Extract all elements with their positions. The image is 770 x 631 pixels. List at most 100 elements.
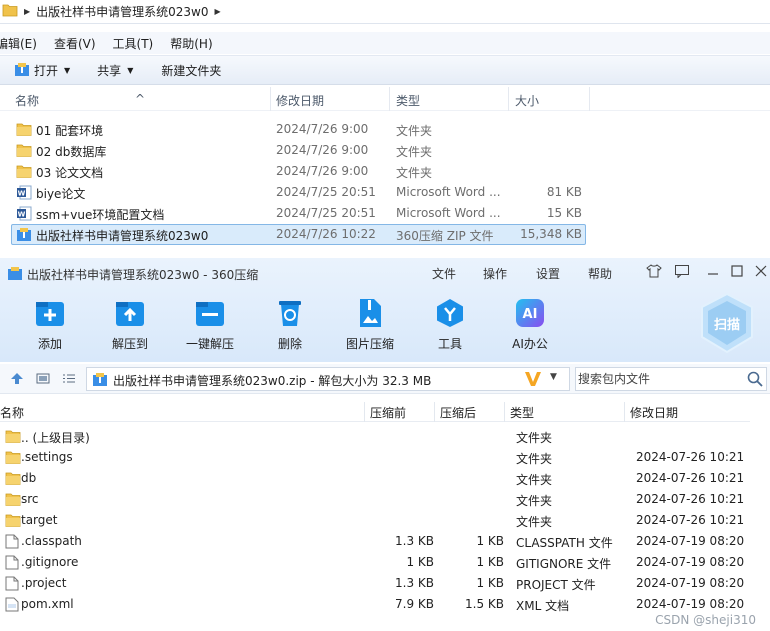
size-before: 1.3 KB (395, 576, 434, 590)
close-icon[interactable] (755, 264, 767, 282)
screen: ▶ 出版社样书申请管理系统023w0 ▶ 编辑(E) 查看(V) 工具(T) 帮… (0, 0, 770, 631)
word-doc-icon: W (16, 206, 32, 224)
column-divider[interactable] (508, 87, 509, 111)
archive-path-field[interactable]: 出版社样书申请管理系统023w0.zip - 解包大小为 32.3 MB ▼ (86, 367, 570, 391)
column-size[interactable]: 大小 (515, 92, 539, 109)
maximize-icon[interactable] (731, 264, 743, 282)
feedback-icon[interactable] (674, 264, 690, 282)
column-name[interactable]: 名称 (15, 92, 39, 109)
address-bar[interactable]: ▶ 出版社样书申请管理系统023w0 ▶ (0, 0, 770, 24)
column-compressed-after[interactable]: 压缩后 (440, 404, 476, 421)
column-divider[interactable] (434, 402, 435, 422)
file-name: .project (21, 576, 67, 590)
table-row[interactable]: 03 论文文档 2024/7/26 9:00 文件夹 (0, 161, 770, 182)
thumbnail-view-icon[interactable] (36, 372, 50, 388)
table-row[interactable]: target 文件夹 2024-07-26 10:21 (0, 510, 750, 531)
file-date: 2024-07-26 10:21 (636, 513, 745, 527)
column-date[interactable]: 修改日期 (630, 404, 678, 421)
chevron-right-icon[interactable]: ▶ (24, 7, 30, 16)
column-name[interactable]: 名称 (0, 404, 24, 421)
menu-file[interactable]: 文件 (432, 265, 456, 282)
list-view-icon[interactable] (62, 372, 76, 388)
file-date: 2024-07-19 08:20 (636, 555, 745, 569)
table-row[interactable]: Wbiye论文 2024/7/25 20:51 Microsoft Word ...… (0, 182, 770, 203)
delete-label: 删除 (277, 337, 302, 351)
chevron-right-icon[interactable]: ▶ (215, 7, 221, 16)
extract-to-icon (116, 302, 144, 326)
v-logo-icon[interactable] (524, 370, 542, 391)
search-icon[interactable] (747, 371, 763, 390)
image-compress-icon (360, 299, 381, 327)
table-row[interactable]: pom.xml 7.9 KB 1.5 KB XML 文档 2024-07-19 08:2… (0, 594, 750, 615)
file-date: 2024-07-26 10:21 (636, 450, 745, 464)
chevron-down-icon: ▼ (64, 65, 71, 75)
column-divider[interactable] (364, 402, 365, 422)
size-before: 1.3 KB (395, 534, 434, 548)
table-row[interactable]: .project 1.3 KB 1 KB PROJECT 文件 2024-07-19 0… (0, 573, 750, 594)
file-name: 01 配套环境 (36, 124, 104, 138)
column-divider[interactable] (589, 87, 590, 111)
column-divider[interactable] (624, 402, 625, 422)
menu-help[interactable]: 帮助(H) (170, 35, 212, 52)
file-type: GITIGNORE 文件 (516, 557, 612, 571)
column-compressed-before[interactable]: 压缩前 (370, 404, 406, 421)
menu-tools[interactable]: 工具(T) (113, 35, 154, 52)
menu-operate[interactable]: 操作 (483, 265, 507, 282)
minimize-icon[interactable] (707, 264, 719, 282)
file-name: .settings (21, 450, 73, 464)
share-button[interactable]: 共享 ▼ (97, 62, 133, 79)
menu-edit[interactable]: 编辑(E) (0, 35, 37, 52)
table-row[interactable]: 01 配套环境 2024/7/26 9:00 文件夹 (0, 119, 770, 140)
ai-office-label: AI办公 (512, 337, 548, 351)
table-row[interactable]: 出版社样书申请管理系统023w0 2024/7/26 10:22 360压缩 ZIP… (0, 224, 770, 245)
column-divider[interactable] (504, 402, 505, 422)
chevron-down-icon[interactable]: ▼ (550, 372, 557, 382)
table-row[interactable]: .settings 文件夹 2024-07-26 10:21 (0, 447, 750, 468)
column-divider[interactable] (389, 87, 390, 111)
search-input[interactable] (578, 371, 738, 387)
file-name: db (21, 471, 37, 485)
file-icon (5, 534, 19, 552)
scrollbar[interactable] (752, 402, 770, 631)
table-row[interactable]: db 文件夹 2024-07-26 10:21 (0, 468, 750, 489)
table-row[interactable]: 02 db数据库 2024/7/26 9:00 文件夹 (0, 140, 770, 161)
file-type: CLASSPATH 文件 (516, 536, 613, 550)
menu-help[interactable]: 帮助 (588, 265, 612, 282)
svg-text:W: W (18, 211, 26, 219)
table-row[interactable]: Wssm+vue环境配置文档 2024/7/25 20:51 Microsoft W… (0, 203, 770, 224)
column-divider[interactable] (270, 87, 271, 111)
recycle-bin-icon (279, 301, 301, 326)
search-field[interactable] (575, 367, 767, 391)
ai-office-icon: AI (516, 299, 544, 327)
archive-path: 出版社样书申请管理系统023w0.zip - 解包大小为 32.3 MB (113, 374, 432, 388)
one-click-extract-icon (196, 302, 224, 326)
file-name: ssm+vue环境配置文档 (36, 208, 165, 222)
file-date: 2024-07-26 10:21 (636, 492, 745, 506)
new-folder-button[interactable]: 新建文件夹 (161, 62, 221, 79)
file-type: 文件夹 (516, 431, 553, 445)
zip-archive-icon (15, 63, 29, 76)
xml-file-icon (5, 597, 19, 615)
breadcrumb[interactable]: 出版社样书申请管理系统023w0 (36, 3, 208, 20)
zip-column-header: 名称 压缩前 压缩后 类型 修改日期 (0, 402, 750, 422)
open-button[interactable]: 打开 ▼ (14, 62, 70, 79)
column-type[interactable]: 类型 (510, 404, 534, 421)
file-type: 文件夹 (396, 124, 433, 138)
file-date: 2024-07-19 08:20 (636, 576, 745, 590)
skin-icon[interactable] (646, 264, 662, 282)
up-arrow-icon[interactable] (10, 372, 24, 388)
file-name: 02 db数据库 (36, 145, 107, 159)
menu-view[interactable]: 查看(V) (54, 35, 96, 52)
table-row[interactable]: .classpath 1.3 KB 1 KB CLASSPATH 文件 2024-07-… (0, 531, 750, 552)
table-row[interactable]: .gitignore 1 KB 1 KB GITIGNORE 文件 2024-07-19… (0, 552, 750, 573)
table-row[interactable]: .. (上级目录) 文件夹 (0, 426, 750, 447)
scan-button[interactable]: 扫描 (698, 292, 756, 354)
file-type: PROJECT 文件 (516, 578, 596, 592)
column-date[interactable]: 修改日期 (276, 92, 324, 109)
file-name: target (21, 513, 58, 527)
table-row[interactable]: src 文件夹 2024-07-26 10:21 (0, 489, 750, 510)
file-icon (5, 555, 19, 573)
menu-settings[interactable]: 设置 (536, 265, 560, 282)
column-type[interactable]: 类型 (396, 92, 420, 109)
chevron-down-icon: ▼ (127, 65, 134, 75)
